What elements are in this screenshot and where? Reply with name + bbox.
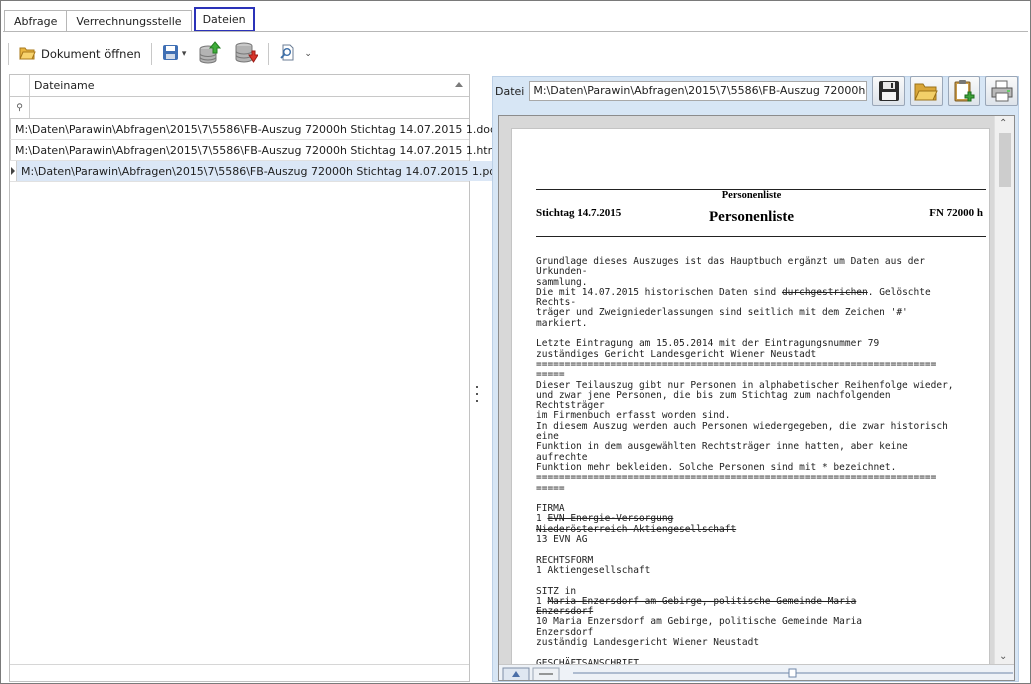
preview-pane: Datei M:\Daten\Parawin\Abfragen\2015\7\5… <box>492 76 1019 682</box>
file-path-cell[interactable]: M:\Daten\Parawin\Abfragen\2015\7\5586\FB… <box>11 140 501 160</box>
filter-input[interactable] <box>30 97 469 118</box>
file-label: Datei <box>495 84 525 98</box>
database-delete-button[interactable] <box>231 42 261 66</box>
tab-divider <box>3 31 1028 32</box>
doc-line-text: ========================================… <box>536 358 937 370</box>
doc-line: Funktion in dem ausgewählten Rechtsträge… <box>536 442 954 452</box>
tab-dateien[interactable]: Dateien <box>193 7 255 32</box>
doc-line: Die mit 14.07.2015 historischen Daten si… <box>536 286 954 298</box>
database-upload-button[interactable] <box>195 40 225 68</box>
add-to-clipboard-button[interactable] <box>947 76 981 106</box>
doc-fn-number: FN 72000 h <box>929 207 983 219</box>
doc-line-text: zuständig Landesgericht Wiener Neustadt <box>536 636 760 648</box>
table-row[interactable]: M:\Daten\Parawin\Abfragen\2015\7\5586\FB… <box>10 140 501 161</box>
doc-line: 1 Maria Enzersdorf am Gebirge, politisch… <box>536 595 954 607</box>
doc-line: träger und Zweigniederlassungen sind sei… <box>536 308 954 318</box>
doc-line: ===== <box>536 482 954 494</box>
tab-abfrage[interactable]: Abfrage <box>4 10 68 32</box>
tab-bar: Abfrage Verrechnungsstelle Dateien <box>4 5 255 32</box>
doc-line-text: In diesem Auszug werden auch Personen wi… <box>536 420 948 432</box>
page-rule-bottom <box>536 236 986 237</box>
doc-line-text: träger und Zweigniederlassungen sind sei… <box>536 307 908 319</box>
doc-line: markiert. <box>536 317 954 329</box>
chevron-down-icon: ⌄ <box>304 49 312 59</box>
doc-line: Grundlage dieses Auszuges ist das Hauptb… <box>536 256 954 267</box>
pdf-navigation-bar <box>499 664 1014 680</box>
scroll-up-icon[interactable]: ⌃ <box>999 118 1007 129</box>
scroll-down-icon[interactable]: ⌄ <box>999 651 1007 662</box>
file-grid: Dateiname ⚲ M:\Daten\Parawin\Abfragen\20… <box>9 74 501 682</box>
toolbar-grip <box>8 43 9 65</box>
doc-line-text: markiert. <box>536 317 588 329</box>
doc-line <box>536 576 954 586</box>
doc-line-text: Grundlage dieses Auszuges ist das Hauptb… <box>536 256 925 267</box>
file-path-cell[interactable]: M:\Daten\Parawin\Abfragen\2015\7\5586\FB… <box>11 119 496 139</box>
pdf-viewer[interactable]: Personenliste Stichtag 14.7.2015 Persone… <box>498 115 1015 681</box>
splitter-handle[interactable] <box>475 386 479 402</box>
doc-line: In diesem Auszug werden auch Personen wi… <box>536 420 954 432</box>
doc-line <box>536 494 954 504</box>
doc-line-text-after: . Gelöschte <box>867 286 931 298</box>
scrollbar-thumb[interactable] <box>999 133 1011 187</box>
search-dropdown-button[interactable]: ⌄ <box>276 42 315 66</box>
doc-line-historic-text: durchgestrichen <box>781 286 868 298</box>
toolbar: Dokument öffnen ▾ ⌄ <box>8 40 315 68</box>
vertical-scrollbar[interactable]: ⌃ ⌄ <box>994 116 1014 664</box>
clipboard-add-icon <box>954 80 975 102</box>
chevron-down-icon: ▾ <box>181 49 187 59</box>
doc-line: Urkunden- <box>536 267 954 277</box>
grid-indicator-header <box>10 75 30 96</box>
sort-ascending-icon <box>455 82 463 87</box>
doc-line-text: ===== <box>536 482 565 494</box>
filter-row: ⚲ <box>10 97 469 119</box>
doc-line-text: Funktion in dem ausgewählten Rechtsträge… <box>536 441 908 453</box>
open-folder-button[interactable] <box>910 76 943 106</box>
open-document-label: Dokument öffnen <box>41 47 141 61</box>
floppy-disk-icon <box>878 81 899 101</box>
save-file-button[interactable] <box>872 76 906 106</box>
table-row-selected[interactable]: M:\Daten\Parawin\Abfragen\2015\7\5586\FB… <box>10 161 501 182</box>
doc-body-text: Grundlage dieses Auszuges ist das Hauptb… <box>536 256 954 679</box>
database-upload-icon <box>198 40 222 68</box>
current-row-arrow-icon <box>11 167 15 175</box>
doc-line <box>536 545 954 555</box>
folder-icon <box>914 83 939 101</box>
doc-small-title: Personenliste <box>721 190 782 201</box>
open-document-button[interactable]: Dokument öffnen <box>16 42 144 66</box>
toolbar-separator <box>268 43 270 65</box>
doc-line-text: 13 EVN AG <box>536 534 588 546</box>
print-button[interactable] <box>985 76 1019 106</box>
tab-verrechnungsstelle[interactable]: Verrechnungsstelle <box>66 10 192 32</box>
doc-line: 13 EVN AG <box>536 534 954 546</box>
grid-footer <box>10 664 469 681</box>
doc-line: 1 Aktiengesellschaft <box>536 564 954 576</box>
column-header-dateiname[interactable]: Dateiname <box>30 75 469 96</box>
save-dropdown-button[interactable]: ▾ <box>159 42 190 66</box>
database-delete-icon <box>234 41 260 68</box>
filter-pin-icon: ⚲ <box>10 97 30 118</box>
doc-line: zuständig Landesgericht Wiener Neustadt <box>536 636 954 648</box>
doc-line-historic-text: Maria Enzersdorf am Gebirge, politische … <box>547 595 857 607</box>
file-path-cell[interactable]: M:\Daten\Parawin\Abfragen\2015\7\5586\FB… <box>17 161 501 181</box>
table-row[interactable]: M:\Daten\Parawin\Abfragen\2015\7\5586\FB… <box>10 119 496 140</box>
folder-open-icon <box>19 46 36 63</box>
save-icon <box>162 44 179 64</box>
file-path-input[interactable]: M:\Daten\Parawin\Abfragen\2015\7\5586\FB… <box>529 81 868 101</box>
file-toolbar: Datei M:\Daten\Parawin\Abfragen\2015\7\5… <box>493 76 1019 106</box>
doc-line-text: 1 Aktiengesellschaft <box>536 564 651 576</box>
doc-line-text: ========================================… <box>536 472 937 484</box>
doc-line: 10 Maria Enzersdorf am Gebirge, politisc… <box>536 617 954 627</box>
doc-line: ========================================… <box>536 473 954 483</box>
toolbar-separator <box>150 43 152 65</box>
column-header-label: Dateiname <box>34 79 95 92</box>
row-indicator <box>10 161 17 181</box>
pdf-page: Personenliste Stichtag 14.7.2015 Persone… <box>511 128 990 680</box>
printer-icon <box>991 80 1013 102</box>
pdf-nav-controls[interactable] <box>499 665 1015 681</box>
document-search-icon <box>279 44 296 64</box>
doc-line: ========================================… <box>536 358 954 370</box>
grid-header: Dateiname <box>10 75 469 97</box>
doc-line: Niederösterreich Aktiengesellschaft <box>536 524 954 535</box>
doc-main-title: Personenliste <box>709 209 794 225</box>
